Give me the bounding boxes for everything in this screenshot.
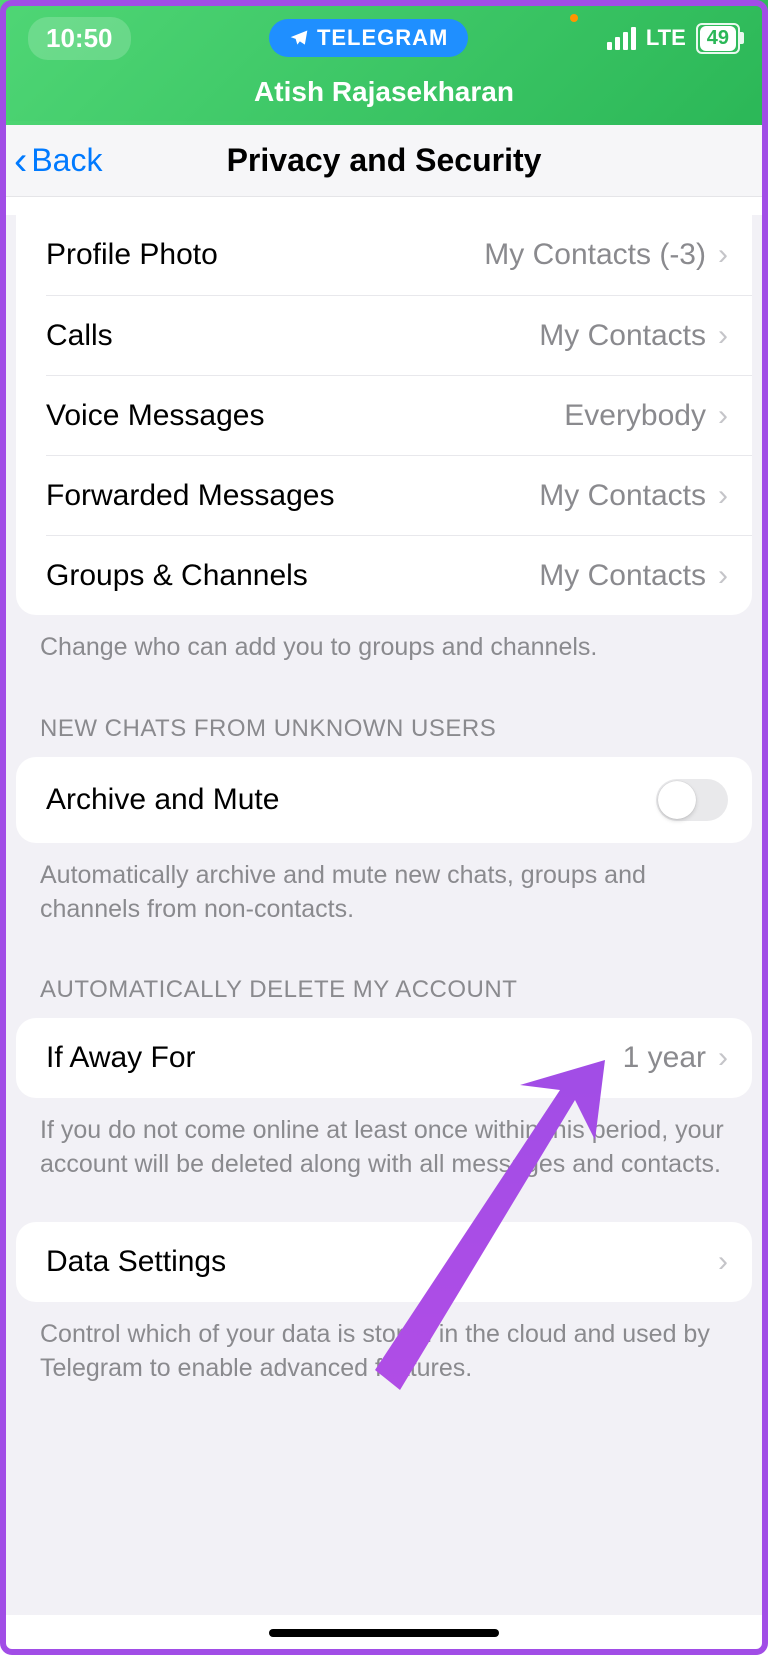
chevron-right-icon: › <box>718 479 728 513</box>
chevron-right-icon: › <box>718 559 728 593</box>
row-if-away-for[interactable]: If Away For 1 year › <box>16 1018 752 1098</box>
row-label: Data Settings <box>46 1245 226 1279</box>
section-header-delete-account: AUTOMATICALLY DELETE MY ACCOUNT <box>0 926 768 1018</box>
navigation-bar: ‹ Back Privacy and Security <box>0 125 768 197</box>
row-value: My Contacts <box>539 559 706 593</box>
back-button[interactable]: ‹ Back <box>0 141 102 181</box>
archive-footer: Automatically archive and mute new chats… <box>0 843 768 927</box>
row-label: Archive and Mute <box>46 783 279 817</box>
delete-footer: If you do not come online at least once … <box>0 1098 768 1182</box>
row-value: My Contacts <box>539 319 706 353</box>
battery-level: 49 <box>700 26 736 51</box>
cellular-signal-icon <box>607 27 636 50</box>
archive-mute-toggle[interactable] <box>656 779 728 821</box>
row-groups-channels[interactable]: Groups & Channels My Contacts › <box>46 535 752 615</box>
telegram-pill[interactable]: TELEGRAM <box>269 19 468 57</box>
chevron-right-icon: › <box>718 1245 728 1279</box>
archive-group: Archive and Mute <box>16 757 752 843</box>
row-value: My Contacts (-3) <box>484 238 706 272</box>
page-title: Privacy and Security <box>227 142 542 179</box>
status-time: 10:50 <box>28 17 131 60</box>
network-label: LTE <box>646 25 686 51</box>
settings-content: Profile Photo My Contacts (-3) › Calls M… <box>0 215 768 1615</box>
row-label: Groups & Channels <box>46 559 308 593</box>
row-label: Profile Photo <box>46 238 218 272</box>
row-forwarded-messages[interactable]: Forwarded Messages My Contacts › <box>46 455 752 535</box>
chevron-right-icon: › <box>718 319 728 353</box>
delete-group: If Away For 1 year › <box>16 1018 752 1098</box>
row-value: My Contacts <box>539 479 706 513</box>
row-value: Everybody <box>564 399 706 433</box>
row-label: Forwarded Messages <box>46 479 334 513</box>
row-label: If Away For <box>46 1041 196 1075</box>
user-name: Atish Rajasekharan <box>0 76 768 108</box>
home-indicator[interactable] <box>269 1629 499 1637</box>
toggle-knob <box>658 781 696 819</box>
row-calls[interactable]: Calls My Contacts › <box>46 295 752 375</box>
chevron-right-icon: › <box>718 1041 728 1075</box>
chevron-right-icon: › <box>718 238 728 272</box>
row-label: Calls <box>46 319 113 353</box>
chevron-right-icon: › <box>718 399 728 433</box>
back-label: Back <box>31 142 102 179</box>
battery-icon: 49 <box>696 23 740 54</box>
row-profile-photo[interactable]: Profile Photo My Contacts (-3) › <box>16 215 752 295</box>
telegram-icon <box>289 28 309 48</box>
telegram-pill-label: TELEGRAM <box>317 25 448 51</box>
recording-indicator-dot <box>570 14 578 22</box>
data-settings-footer: Control which of your data is stored in … <box>0 1302 768 1386</box>
row-value: 1 year <box>623 1041 706 1075</box>
section-header-unknown-users: NEW CHATS FROM UNKNOWN USERS <box>0 665 768 757</box>
data-settings-group: Data Settings › <box>16 1222 752 1302</box>
chevron-left-icon: ‹ <box>14 141 27 181</box>
privacy-footer: Change who can add you to groups and cha… <box>0 615 768 665</box>
row-label: Voice Messages <box>46 399 264 433</box>
row-data-settings[interactable]: Data Settings › <box>16 1222 752 1302</box>
privacy-group: Profile Photo My Contacts (-3) › Calls M… <box>16 215 752 615</box>
status-bar: 10:50 TELEGRAM LTE 49 Atish Rajasekharan <box>0 0 768 125</box>
row-voice-messages[interactable]: Voice Messages Everybody › <box>46 375 752 455</box>
row-archive-mute[interactable]: Archive and Mute <box>16 757 752 843</box>
